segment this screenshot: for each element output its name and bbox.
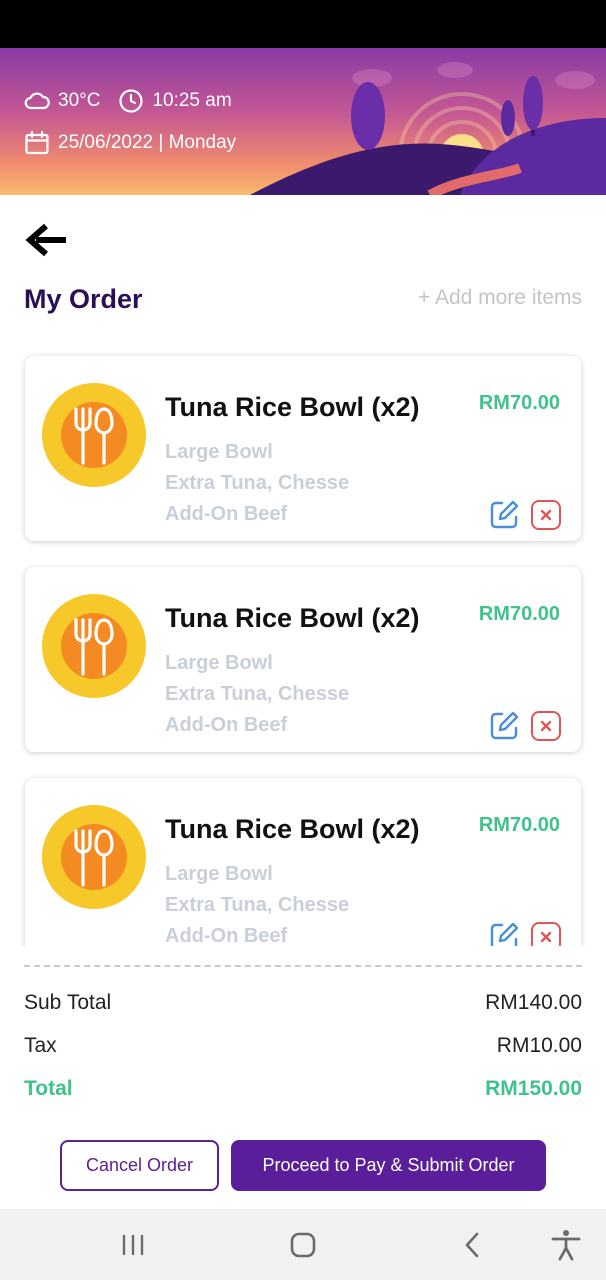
order-item-card: Tuna Rice Bowl (x2) RM70.00 Large Bowl E… [25, 356, 581, 541]
header-banner: 30°C 10:25 am 25/06/2022 | Monday [0, 48, 606, 195]
app-screen: 30°C 10:25 am 25/06/2022 | Monday My Ord… [0, 0, 606, 1280]
home-button[interactable] [285, 1227, 321, 1263]
order-item-card: Tuna Rice Bowl (x2) RM70.00 Large Bowl E… [25, 778, 581, 946]
food-plate-icon [42, 383, 146, 487]
item-option: Add-On Beef [165, 503, 288, 525]
remove-item-button[interactable] [530, 921, 562, 946]
item-option: Large Bowl [165, 441, 273, 463]
edit-icon [490, 922, 519, 946]
close-icon [531, 922, 561, 946]
item-name: Tuna Rice Bowl (x2) [165, 814, 420, 844]
system-navigation-bar [0, 1209, 606, 1280]
status-bar [0, 0, 606, 48]
food-plate-icon [42, 805, 146, 909]
tax-row: Tax RM10.00 [24, 1034, 582, 1058]
recent-apps-icon [122, 1234, 144, 1256]
edit-item-button[interactable] [488, 710, 520, 742]
remove-item-button[interactable] [530, 499, 562, 531]
item-option: Add-On Beef [165, 714, 288, 736]
item-option: Large Bowl [165, 863, 273, 885]
add-more-items-link[interactable]: + Add more items [418, 286, 582, 310]
edit-item-button[interactable] [488, 499, 520, 531]
order-list[interactable]: Tuna Rice Bowl (x2) RM70.00 Large Bowl E… [0, 340, 606, 946]
item-price: RM70.00 [478, 392, 560, 414]
item-name: Tuna Rice Bowl (x2) [165, 392, 420, 422]
page-title: My Order [24, 284, 143, 314]
subtotal-label: Sub Total [24, 991, 112, 1014]
recent-apps-button[interactable] [115, 1227, 151, 1263]
item-price: RM70.00 [478, 814, 560, 836]
system-back-button[interactable] [455, 1227, 491, 1263]
clock-icon [118, 88, 144, 114]
weather-time-row: 30°C 10:25 am [24, 88, 232, 114]
time-text: 10:25 am [152, 90, 232, 111]
item-option: Extra Tuna, Chesse [165, 683, 350, 705]
item-option: Extra Tuna, Chesse [165, 894, 350, 916]
item-name: Tuna Rice Bowl (x2) [165, 603, 420, 633]
edit-item-button[interactable] [488, 921, 520, 946]
back-arrow-icon [25, 223, 66, 257]
edit-icon [490, 711, 519, 740]
sunset-landscape-illustration [250, 62, 606, 195]
summary-divider [24, 965, 582, 967]
cancel-order-button[interactable]: Cancel Order [60, 1140, 219, 1191]
date-text: 25/06/2022 | Monday [58, 132, 237, 153]
item-option: Extra Tuna, Chesse [165, 472, 350, 494]
total-label: Total [24, 1077, 73, 1100]
subtotal-row: Sub Total RM140.00 [24, 991, 582, 1015]
item-price: RM70.00 [478, 603, 560, 625]
edit-icon [490, 500, 519, 529]
total-value: RM150.00 [485, 1077, 582, 1100]
item-option: Add-On Beef [165, 925, 288, 946]
close-icon [531, 500, 561, 530]
temperature-text: 30°C [58, 90, 101, 111]
tax-value: RM10.00 [496, 1034, 582, 1057]
date-row: 25/06/2022 | Monday [24, 130, 236, 156]
accessibility-button[interactable] [548, 1227, 584, 1263]
tax-label: Tax [24, 1034, 57, 1057]
remove-item-button[interactable] [530, 710, 562, 742]
proceed-to-pay-button[interactable]: Proceed to Pay & Submit Order [231, 1140, 546, 1191]
total-row: Total RM150.00 [24, 1077, 582, 1101]
close-icon [531, 711, 561, 741]
item-option: Large Bowl [165, 652, 273, 674]
back-chevron-icon [465, 1232, 479, 1258]
subtotal-value: RM140.00 [485, 991, 582, 1014]
back-button[interactable] [24, 218, 72, 262]
food-plate-icon [42, 594, 146, 698]
calendar-icon [24, 130, 50, 156]
accessibility-icon [551, 1230, 581, 1261]
home-icon [290, 1232, 316, 1258]
order-item-card: Tuna Rice Bowl (x2) RM70.00 Large Bowl E… [25, 567, 581, 752]
cloud-icon [24, 88, 50, 114]
